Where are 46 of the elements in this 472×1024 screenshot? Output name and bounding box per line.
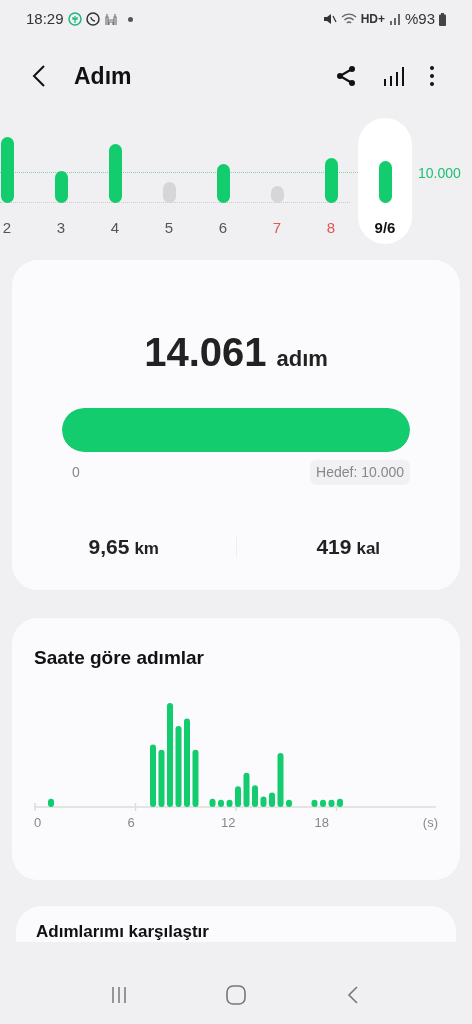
battery-level: %93 <box>404 8 435 29</box>
chart-button[interactable] <box>382 64 406 88</box>
axis-tick-label: (s) <box>421 813 438 832</box>
goal-tag: Hedef: 10.000 <box>310 460 410 485</box>
app-notification-icon <box>67 12 82 26</box>
axis-tick-label: 12 <box>221 813 237 832</box>
day-label: 7 <box>272 218 282 238</box>
battery-icon <box>439 12 446 26</box>
more-options-icon <box>430 66 434 86</box>
axis-tick-label: 6 <box>127 813 136 832</box>
axis-tick-label: 0 <box>34 813 43 832</box>
day-column[interactable]: 4 <box>88 118 142 244</box>
share-button[interactable] <box>334 64 358 88</box>
day-column[interactable]: 2 <box>0 118 34 244</box>
chat-notification-icon <box>85 12 100 26</box>
back-icon <box>347 985 360 1005</box>
progress-start-label: 0 <box>72 463 80 482</box>
axis-tick-label: 18 <box>314 813 330 832</box>
day-label: 3 <box>56 218 66 238</box>
day-column[interactable]: 5 <box>142 118 196 244</box>
day-label: 6 <box>218 218 228 238</box>
day-label: 2 <box>2 218 12 238</box>
wifi-icon <box>340 12 357 26</box>
goal-label: 10.000 <box>418 164 461 183</box>
card-title: Saate göre adımlar <box>34 646 206 670</box>
status-time: 18:29 <box>26 8 64 29</box>
signal-icon <box>388 13 401 25</box>
calories-unit: kal <box>356 538 381 560</box>
distance-value: 9,65 <box>88 534 130 560</box>
day-column[interactable]: 9/6 <box>358 118 412 244</box>
step-count: 14.061 <box>144 329 267 376</box>
page-title: Adım <box>74 61 132 91</box>
distance-unit: km <box>134 538 159 560</box>
day-label: 9/6 <box>374 218 396 238</box>
network-type: HD+ <box>360 11 385 28</box>
mute-icon <box>322 12 337 26</box>
card-title: Adımlarımı karşılaştır <box>36 922 209 942</box>
building-icon <box>103 12 118 26</box>
day-label: 5 <box>164 218 174 238</box>
step-unit: adım <box>276 345 328 373</box>
day-label: 8 <box>326 218 336 238</box>
day-column[interactable]: 3 <box>34 118 88 244</box>
day-label: 4 <box>110 218 120 238</box>
home-button[interactable] <box>224 983 248 1007</box>
day-column[interactable]: 6 <box>196 118 250 244</box>
calories-value: 419 <box>316 534 352 560</box>
